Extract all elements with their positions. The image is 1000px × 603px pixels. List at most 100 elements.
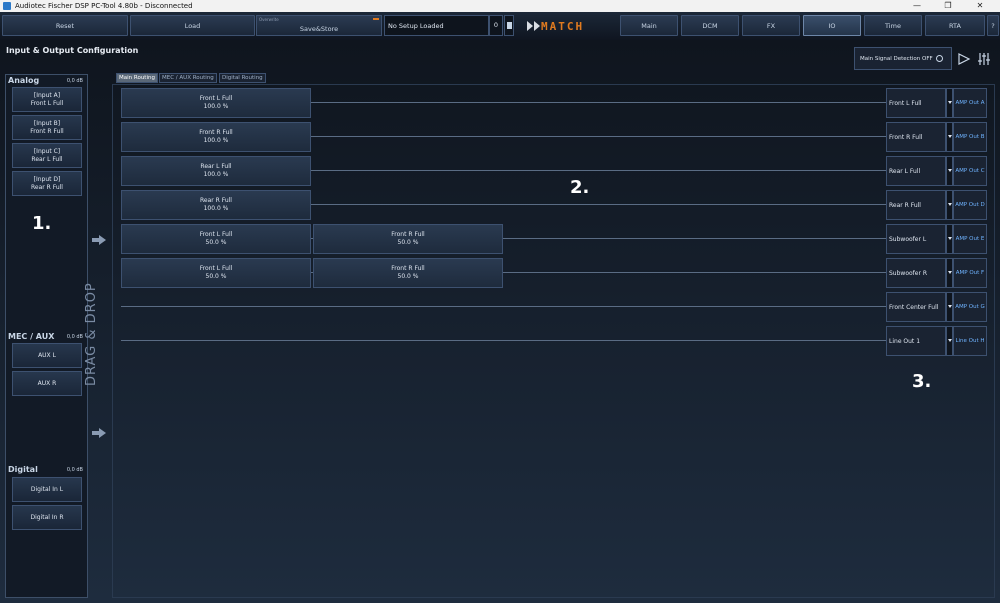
close-button[interactable]: ✕ — [966, 0, 994, 12]
routing-source-chip[interactable]: Front R Full 50.0 % — [313, 224, 503, 254]
tab-main[interactable]: Main — [620, 15, 678, 36]
chevron-down-icon — [948, 339, 952, 342]
routing-source-chip[interactable]: Front R Full 100.0 % — [121, 122, 311, 152]
setup-file-button[interactable] — [504, 15, 514, 36]
output-dropdown[interactable] — [946, 258, 953, 288]
output-dropdown[interactable] — [946, 224, 953, 254]
routing-source-chip[interactable]: Front L Full 50.0 % — [121, 258, 311, 288]
routing-line — [121, 340, 886, 341]
amp-output-label: AMP Out E — [953, 224, 987, 254]
routing-source-chip[interactable]: Front L Full 100.0 % — [121, 88, 311, 118]
annotation-1: 1. — [32, 213, 52, 234]
signal-detection-label: Main Signal Detection OFF — [860, 55, 933, 62]
digital-gain[interactable]: 0,0 dB — [67, 467, 83, 473]
source-level: 100.0 % — [203, 103, 229, 110]
analog-gain[interactable]: 0,0 dB — [67, 78, 83, 84]
aux-r-input[interactable]: AUX R — [12, 371, 82, 396]
tab-rta[interactable]: RTA — [925, 15, 985, 36]
maximize-button[interactable]: ❐ — [934, 0, 962, 12]
tab-mec-aux-routing[interactable]: MEC / AUX Routing — [159, 73, 217, 83]
routing-source-chip[interactable]: Rear R Full 100.0 % — [121, 190, 311, 220]
digital-in-r-input[interactable]: Digital In R — [12, 505, 82, 530]
page-title: Input & Output Configuration — [6, 46, 139, 55]
source-name: Front R Full — [391, 265, 425, 272]
chevron-down-icon — [948, 203, 952, 206]
analog-input-c[interactable]: [Input C] Rear L Full — [12, 143, 82, 168]
output-channel-select[interactable]: Line Out 1 — [886, 326, 946, 356]
aux-l-input[interactable]: AUX L — [12, 343, 82, 368]
logo-text: MATCH — [541, 19, 585, 33]
output-dropdown[interactable] — [946, 156, 953, 186]
tab-io[interactable]: IO — [803, 15, 861, 36]
chevron-down-icon — [948, 135, 952, 138]
source-name: Front L Full — [199, 265, 233, 272]
drag-arrow-icon — [92, 235, 106, 245]
routing-source-chip[interactable]: Rear L Full 100.0 % — [121, 156, 311, 186]
chevron-down-icon — [948, 305, 952, 308]
help-button[interactable]: ? — [987, 15, 999, 36]
source-level: 100.0 % — [203, 205, 229, 212]
source-level: 50.0 % — [205, 239, 227, 246]
reset-button[interactable]: Reset — [2, 15, 128, 36]
setup-name-field[interactable]: No Setup Loaded — [384, 15, 489, 36]
analog-section-title: Analog — [8, 76, 40, 85]
analog-input-d[interactable]: [Input D] Rear R Full — [12, 171, 82, 196]
amp-output-label: AMP Out C — [953, 156, 987, 186]
source-name: Front L Full — [199, 95, 233, 102]
amp-output-label: AMP Out A — [953, 88, 987, 118]
routing-source-chip[interactable]: Front L Full 50.0 % — [121, 224, 311, 254]
output-dropdown[interactable] — [946, 292, 953, 322]
overwrite-indicator — [373, 18, 379, 20]
output-dropdown[interactable] — [946, 122, 953, 152]
tab-dcm[interactable]: DCM — [681, 15, 739, 36]
mec-aux-section-title: MEC / AUX — [8, 332, 55, 341]
tab-time[interactable]: Time — [864, 15, 922, 36]
tab-digital-routing[interactable]: Digital Routing — [219, 73, 266, 83]
source-name: Front R Full — [199, 129, 233, 136]
main-area: Input & Output Configuration Main Signal… — [0, 40, 1000, 603]
source-name: Front L Full — [199, 231, 233, 238]
minimize-button[interactable]: — — [903, 0, 931, 12]
drag-arrow-icon — [92, 428, 106, 438]
equalizer-settings-icon[interactable] — [977, 52, 991, 66]
save-store-button[interactable]: Overwrite Save&Store — [256, 15, 382, 36]
play-icon[interactable] — [957, 52, 971, 66]
output-dropdown[interactable] — [946, 326, 953, 356]
output-channel-select[interactable]: Front Center Full — [886, 292, 946, 322]
logo-arrow-icon — [534, 21, 540, 31]
search-icon — [936, 55, 943, 62]
load-button[interactable]: Load — [130, 15, 255, 36]
input-name: Front L Full — [30, 99, 64, 107]
tab-fx[interactable]: FX — [742, 15, 800, 36]
signal-detection-button[interactable]: Main Signal Detection OFF — [854, 47, 952, 70]
window-title: Audiotec Fischer DSP PC-Tool 4.80b - Dis… — [15, 2, 193, 10]
input-id: [Input B] — [33, 119, 61, 127]
output-channel-select[interactable]: Front R Full — [886, 122, 946, 152]
source-name: Rear R Full — [200, 197, 232, 204]
setup-number-field[interactable]: 0 — [489, 15, 503, 36]
chevron-down-icon — [948, 169, 952, 172]
analog-input-a[interactable]: [Input A] Front L Full — [12, 87, 82, 112]
output-channel-select[interactable]: Rear L Full — [886, 156, 946, 186]
analog-input-b[interactable]: [Input B] Front R Full — [12, 115, 82, 140]
annotation-3: 3. — [912, 371, 932, 392]
annotation-2: 2. — [570, 177, 590, 198]
digital-in-l-input[interactable]: Digital In L — [12, 477, 82, 502]
logo-arrow-icon — [527, 21, 533, 31]
output-channel-select[interactable]: Subwoofer R — [886, 258, 946, 288]
save-store-label: Save&Store — [299, 25, 339, 33]
output-dropdown[interactable] — [946, 88, 953, 118]
routing-source-chip[interactable]: Front R Full 50.0 % — [313, 258, 503, 288]
source-name: Front R Full — [391, 231, 425, 238]
title-bar: Audiotec Fischer DSP PC-Tool 4.80b - Dis… — [0, 0, 1000, 12]
input-name: Rear L Full — [31, 155, 63, 163]
output-dropdown[interactable] — [946, 190, 953, 220]
output-channel-select[interactable]: Rear R Full — [886, 190, 946, 220]
mec-aux-gain[interactable]: 0,0 dB — [67, 334, 83, 340]
input-id: [Input A] — [33, 91, 61, 99]
input-id: [Input D] — [33, 175, 61, 183]
input-id: [Input C] — [33, 147, 61, 155]
output-channel-select[interactable]: Subwoofer L — [886, 224, 946, 254]
tab-main-routing[interactable]: Main Routing — [116, 73, 158, 83]
output-channel-select[interactable]: Front L Full — [886, 88, 946, 118]
